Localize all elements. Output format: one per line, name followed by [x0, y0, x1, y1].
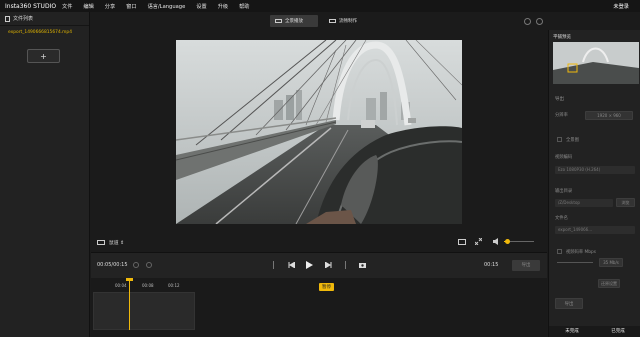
pause-icon[interactable] [306, 261, 313, 269]
login-status[interactable]: 未登录 [613, 3, 629, 10]
output-dir-label: 输出目录 [555, 189, 573, 194]
codec-label: 视频编码 [555, 155, 573, 160]
reset-settings-button[interactable]: 还原设置 [598, 279, 620, 288]
bitrate-slider[interactable] [557, 262, 593, 263]
codec-select[interactable]: Ezo 1080P30 (H.264) [555, 166, 635, 174]
mark-out-icon[interactable] [345, 261, 346, 269]
mode-bar: 全景播放 流畅制作 [91, 12, 547, 30]
filename-label: 文件名 [555, 216, 568, 221]
fullscreen-icon[interactable] [475, 238, 482, 245]
screen-icon[interactable] [458, 239, 466, 245]
menu-window[interactable]: 窗口 [126, 3, 136, 10]
volume-knob[interactable] [505, 239, 510, 244]
resolution-field[interactable]: 1920 × 960 [585, 111, 633, 120]
app-title: Insta360 STUDIO [5, 2, 57, 10]
end-time: 00:15 [484, 262, 499, 268]
undo-icon[interactable] [524, 18, 531, 25]
view-mode-icon [97, 239, 105, 245]
menu-help[interactable]: 帮助 [239, 3, 249, 10]
video-frame[interactable] [176, 40, 462, 224]
export-section-title: 导出 [555, 97, 564, 102]
add-file-button[interactable]: + [27, 49, 60, 63]
menu-bar: Insta360 STUDIO 文件 编辑 分享 窗口 语言/Language … [0, 0, 640, 12]
video-track-clip[interactable] [93, 292, 195, 330]
menu-settings[interactable]: 设置 [196, 3, 206, 10]
file-list-sidebar: 文件列表 export_1490666815674.mp4 + [0, 12, 90, 337]
bridge-road-scene [176, 40, 462, 224]
export-button[interactable]: 导出 [555, 298, 583, 309]
volume-icon[interactable] [493, 238, 500, 245]
bitrate-value[interactable]: 35 Mb/s [599, 258, 623, 267]
export-clip-button[interactable]: 导出 [512, 260, 540, 271]
timeline-tick: 00:04 [115, 283, 127, 288]
menu-edit[interactable]: 编辑 [83, 3, 93, 10]
next-frame-icon[interactable] [325, 262, 332, 268]
timeline-tick: 00:12 [168, 283, 180, 288]
task-tabs: 未完成 已完成 [549, 326, 640, 337]
panorama-icon [275, 19, 282, 23]
menu-share[interactable]: 分享 [105, 3, 115, 10]
playhead[interactable] [129, 278, 130, 330]
menu-file[interactable]: 文件 [62, 3, 72, 10]
tab-edit[interactable]: 流畅制作 [324, 15, 372, 27]
file-list-title: 文件列表 [13, 16, 34, 22]
output-dir-field[interactable]: /Z/Desktop [555, 199, 613, 207]
prev-frame-icon[interactable] [288, 262, 295, 268]
current-time: 00:05/00:15 [97, 262, 128, 268]
view-mode-select[interactable]: 鼠道 ⇕ [97, 236, 124, 248]
panorama-checkbox-label: 全景图 [566, 138, 579, 143]
panorama-checkbox[interactable] [557, 137, 562, 142]
playback-bar: 00:05/00:15 00:15 导出 [91, 252, 547, 278]
tab-panorama-label: 全景播放 [285, 19, 303, 24]
tab-edit-label: 流畅制作 [339, 19, 357, 24]
video-edit-icon [329, 19, 336, 23]
view-mode-label: 鼠道 ⇕ [109, 240, 125, 246]
view-control-bar: 鼠道 ⇕ [91, 232, 547, 252]
tab-unfinished[interactable]: 未完成 [549, 326, 595, 337]
tab-panorama-play[interactable]: 全景播放 [270, 15, 318, 27]
bitrate-checkbox[interactable] [557, 249, 562, 254]
file-list-icon [5, 15, 10, 22]
file-list-header: 文件列表 [0, 12, 89, 26]
browse-button[interactable]: 浏览 [616, 198, 635, 207]
add-keyframe-icon[interactable] [133, 262, 139, 268]
playhead-handle[interactable] [126, 278, 133, 281]
timeline-tick: 00:08 [142, 283, 154, 288]
filename-field[interactable]: export_149066... [555, 226, 635, 234]
video-viewer [91, 30, 547, 232]
redo-icon[interactable] [536, 18, 543, 25]
bitrate-label: 视频码率 Mbps [566, 250, 596, 255]
main-menu: 文件 编辑 分享 窗口 语言/Language 设置 升级 帮助 [62, 3, 260, 10]
menu-upgrade[interactable]: 升级 [218, 3, 228, 10]
right-panel: 平铺预览 导出 分辨率 1920 × 960 全景图 视频编码 Ezo 1080… [548, 30, 640, 337]
flat-preview[interactable] [553, 42, 639, 84]
preview-title: 平铺预览 [553, 35, 571, 40]
resolution-label: 分辨率 [555, 113, 568, 118]
camera-icon[interactable] [359, 262, 366, 268]
mark-in-icon[interactable] [273, 261, 274, 269]
menu-language[interactable]: 语言/Language [148, 3, 186, 10]
file-item[interactable]: export_1490666815674.mp4 [8, 30, 89, 35]
pause-tooltip: 暂停 [319, 283, 334, 291]
help-icon[interactable] [146, 262, 152, 268]
panorama-thumbnail [553, 42, 639, 84]
tab-finished[interactable]: 已完成 [595, 326, 640, 337]
